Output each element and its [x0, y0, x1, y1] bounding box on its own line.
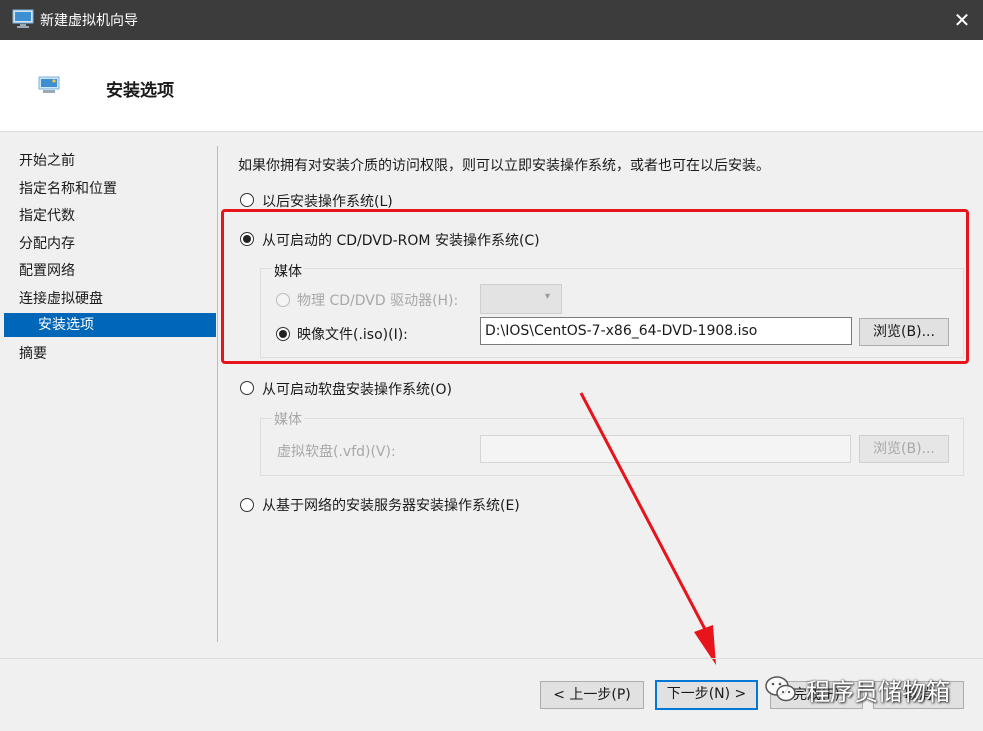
label-install-cd[interactable]: 从可启动的 CD/DVD-ROM 安装操作系统(C) — [262, 230, 540, 250]
intro-text: 如果你拥有对安装介质的访问权限，则可以立即安装操作系统，或者也可在以后安装。 — [238, 158, 770, 174]
radio-install-network[interactable] — [240, 498, 254, 512]
nav-item-summary[interactable]: 摘要 — [4, 342, 216, 366]
close-icon[interactable]: ✕ — [945, 4, 979, 36]
label-install-floppy[interactable]: 从可启动软盘安装操作系统(O) — [262, 379, 452, 399]
browse-image-button[interactable]: 浏览(B)... — [859, 318, 949, 346]
monitor-icon — [38, 76, 60, 93]
nav-item-before-you-begin[interactable]: 开始之前 — [4, 149, 216, 173]
footer-divider — [0, 658, 983, 659]
radio-install-later[interactable] — [240, 193, 254, 207]
cancel-button[interactable]: 取消 — [873, 681, 964, 709]
physical-drive-select[interactable]: ▾ — [480, 284, 562, 314]
label-vfd: 虚拟软盘(.vfd)(V): — [277, 444, 396, 460]
floppy-media-legend: 媒体 — [272, 409, 304, 429]
label-install-network[interactable]: 从基于网络的安装服务器安装操作系统(E) — [262, 495, 520, 515]
browse-vfd-button[interactable]: 浏览(B)... — [859, 435, 949, 463]
chevron-down-icon: ▾ — [545, 291, 551, 302]
image-file-input[interactable]: D:\IOS\CentOS-7-x86_64-DVD-1908.iso — [480, 317, 852, 345]
radio-physical-drive[interactable] — [276, 293, 290, 307]
hyper-v-icon — [12, 9, 34, 28]
label-physical-drive: 物理 CD/DVD 驱动器(H): — [297, 293, 459, 309]
nav-item-networking[interactable]: 配置网络 — [4, 259, 216, 283]
page-title: 安装选项 — [106, 81, 174, 101]
radio-install-floppy[interactable] — [240, 381, 254, 395]
finish-button[interactable]: 完成(F) — [770, 681, 863, 709]
nav-item-virtual-disk[interactable]: 连接虚拟硬盘 — [4, 287, 216, 311]
window-title: 新建虚拟机向导 — [40, 13, 138, 29]
radio-image-file[interactable] — [276, 327, 290, 341]
wizard-steps-nav: 开始之前 指定名称和位置 指定代数 分配内存 配置网络 连接虚拟硬盘 安装选项 … — [0, 133, 218, 643]
arrow-annotation-icon — [579, 392, 716, 665]
nav-item-generation[interactable]: 指定代数 — [4, 204, 216, 228]
previous-button[interactable]: < 上一步(P) — [540, 681, 644, 709]
nav-divider — [217, 146, 218, 642]
nav-item-install-options[interactable]: 安装选项 — [4, 313, 216, 337]
label-image-file[interactable]: 映像文件(.iso)(I): — [297, 324, 408, 344]
nav-item-name-location[interactable]: 指定名称和位置 — [4, 177, 216, 201]
label-install-later[interactable]: 以后安装操作系统(L) — [262, 191, 393, 211]
nav-item-memory[interactable]: 分配内存 — [4, 232, 216, 256]
radio-install-cd[interactable] — [240, 232, 254, 246]
next-button[interactable]: 下一步(N) > — [655, 680, 758, 710]
title-bar: 新建虚拟机向导 ✕ — [0, 0, 983, 40]
wizard-header: 安装选项 — [0, 40, 983, 132]
cd-media-legend: 媒体 — [272, 261, 304, 281]
